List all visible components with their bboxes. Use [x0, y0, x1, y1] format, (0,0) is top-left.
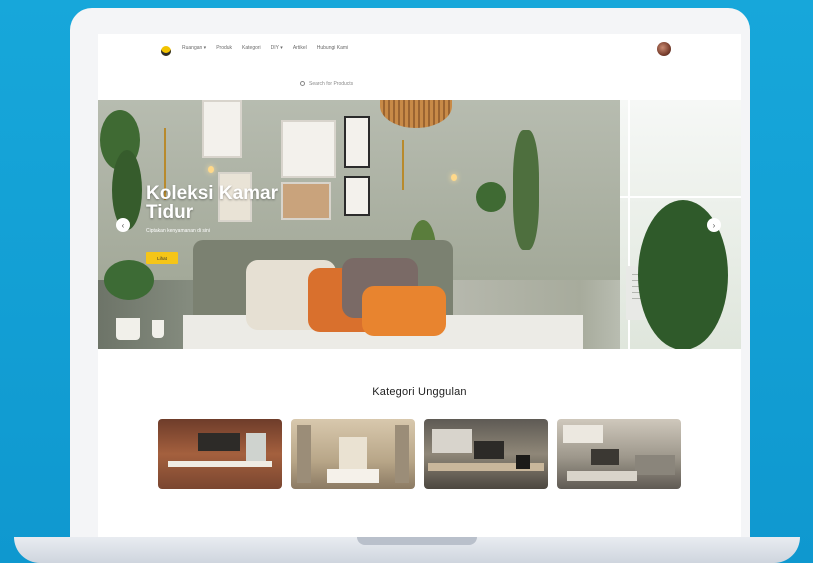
- menu-item-diy[interactable]: DIY ▾: [271, 45, 283, 51]
- logo-icon[interactable]: [161, 46, 171, 56]
- hero-title: Koleksi Kamar Tidur: [146, 183, 279, 223]
- search-input[interactable]: Search for Products: [309, 81, 353, 87]
- hero-banner: Koleksi Kamar Tidur Ciptakan kenyamanan …: [98, 100, 741, 349]
- wall-art: [344, 176, 370, 216]
- chevron-left-icon: ‹: [121, 220, 125, 230]
- hero-subtitle: Ciptakan kenyamanan di sini: [146, 228, 210, 234]
- sconce-bulb: [451, 174, 457, 181]
- plant: [104, 260, 154, 300]
- plant: [476, 182, 506, 212]
- sconce-bulb: [208, 166, 214, 173]
- menu-item-hubungi[interactable]: Hubungi Kami: [317, 45, 348, 51]
- category-card[interactable]: [291, 419, 415, 489]
- category-card[interactable]: [557, 419, 681, 489]
- search-bar[interactable]: Search for Products: [278, 78, 558, 89]
- category-section-title: Kategori Unggulan: [372, 386, 467, 398]
- pillow: [362, 286, 446, 336]
- laptop-notch: [357, 537, 477, 545]
- menu-item-produk[interactable]: Produk: [216, 45, 232, 51]
- wall-sconce: [402, 140, 404, 190]
- plant: [112, 150, 142, 230]
- category-card[interactable]: [158, 419, 282, 489]
- avatar[interactable]: [657, 42, 671, 56]
- hero-cta-button[interactable]: Lihat: [146, 252, 178, 264]
- carousel-next-button[interactable]: ›: [707, 218, 721, 232]
- category-grid: [158, 419, 681, 489]
- plant-pot: [152, 320, 164, 338]
- website-screen: Ruangan ▾ Produk Kategori DIY ▾ Artikel …: [98, 34, 741, 537]
- wall-art: [344, 116, 370, 168]
- chevron-right-icon: ›: [712, 220, 716, 230]
- category-card[interactable]: [424, 419, 548, 489]
- navbar: Ruangan ▾ Produk Kategori DIY ▾ Artikel …: [98, 34, 741, 100]
- plant-pot: [116, 318, 140, 340]
- wall-art: [281, 120, 336, 178]
- menu-item-artikel[interactable]: Artikel: [293, 45, 307, 51]
- wall-art: [202, 100, 242, 158]
- search-icon: [300, 81, 305, 86]
- menu-item-ruangan[interactable]: Ruangan ▾: [182, 45, 206, 51]
- plant: [513, 130, 539, 250]
- main-menu: Ruangan ▾ Produk Kategori DIY ▾ Artikel …: [182, 45, 348, 51]
- carousel-prev-button[interactable]: ‹: [116, 218, 130, 232]
- menu-item-kategori[interactable]: Kategori: [242, 45, 261, 51]
